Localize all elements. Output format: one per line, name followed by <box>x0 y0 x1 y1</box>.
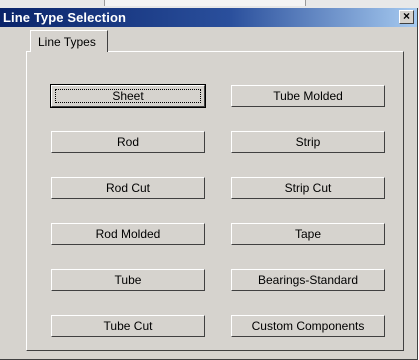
tube-molded-button[interactable]: Tube Molded <box>231 85 385 107</box>
button-label: Custom Components <box>251 319 365 333</box>
bearings-standard-button[interactable]: Bearings-Standard <box>231 269 385 291</box>
tab-line-types[interactable]: Line Types <box>30 30 108 52</box>
button-label: Tube <box>114 273 142 287</box>
sheet-button[interactable]: Sheet <box>50 84 206 108</box>
rod-molded-button[interactable]: Rod Molded <box>51 223 205 245</box>
tube-button[interactable]: Tube <box>51 269 205 291</box>
tape-button[interactable]: Tape <box>231 223 385 245</box>
tube-cut-button[interactable]: Tube Cut <box>51 315 205 337</box>
tab-panel: Sheet Rod Rod Cut Rod Molded Tube Tube C… <box>26 51 404 351</box>
button-label: Sheet <box>112 89 144 103</box>
button-label: Bearings-Standard <box>257 273 359 287</box>
rod-button[interactable]: Rod <box>51 131 205 153</box>
button-label: Rod Cut <box>105 181 151 195</box>
button-label: Rod <box>116 135 139 149</box>
strip-cut-button[interactable]: Strip Cut <box>231 177 385 199</box>
tab-label: Line Types <box>38 35 96 49</box>
button-label: Strip <box>295 135 321 149</box>
line-type-selection-dialog: Line Type Selection × Line Types Sheet R… <box>0 8 418 360</box>
button-label: Tube Cut <box>103 319 153 333</box>
button-label: Strip Cut <box>284 181 332 195</box>
strip-button[interactable]: Strip <box>231 131 385 153</box>
close-icon[interactable]: × <box>399 10 414 24</box>
title-bar[interactable]: Line Type Selection × <box>0 8 417 27</box>
button-label: Tube Molded <box>273 89 343 103</box>
custom-components-button[interactable]: Custom Components <box>231 315 385 337</box>
rod-cut-button[interactable]: Rod Cut <box>51 177 205 199</box>
background-field <box>104 0 306 6</box>
dialog-title: Line Type Selection <box>3 10 127 25</box>
button-label: Rod Molded <box>95 227 161 241</box>
button-label: Tape <box>294 227 322 241</box>
